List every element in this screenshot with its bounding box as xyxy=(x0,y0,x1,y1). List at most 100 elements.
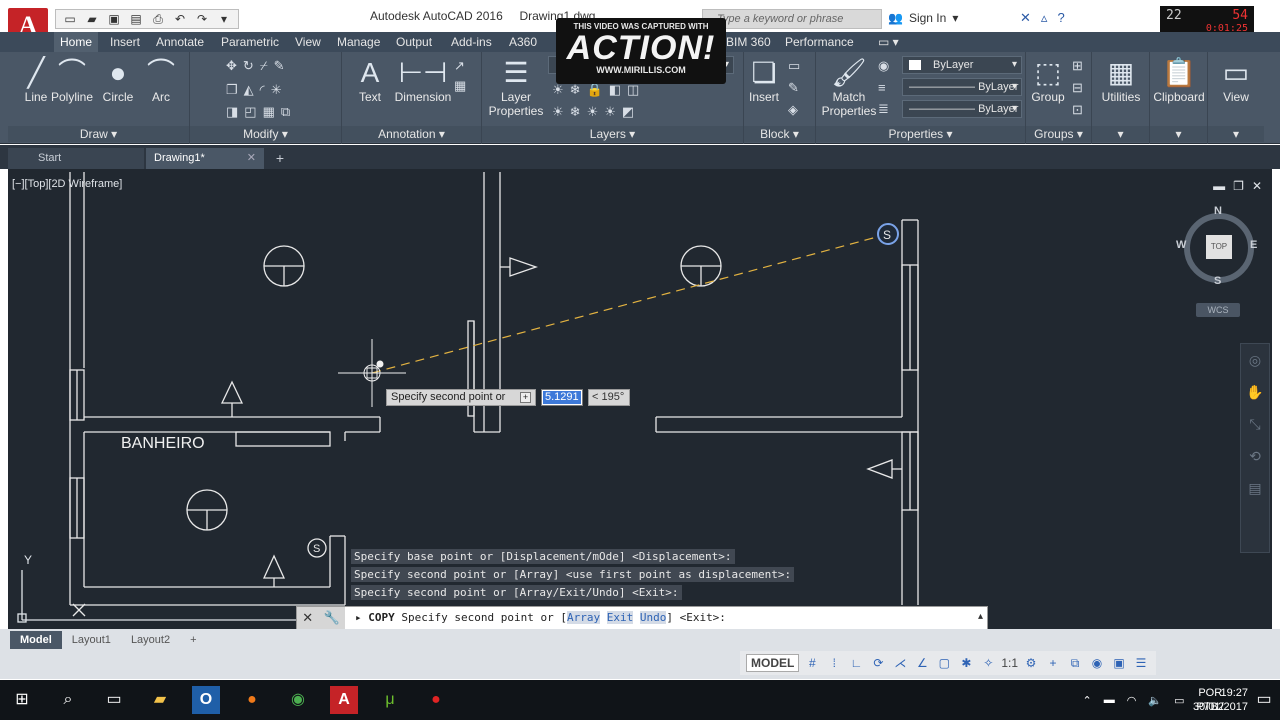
view-button[interactable]: ▭ View xyxy=(1208,56,1264,104)
tab-performance[interactable]: Performance xyxy=(779,32,860,52)
open-file-icon[interactable]: ▰ xyxy=(82,11,102,27)
tab-drawing1[interactable]: Drawing1* ✕ xyxy=(146,148,264,169)
save-as-icon[interactable]: ▤ xyxy=(126,11,146,27)
scale-icon[interactable]: ◰ xyxy=(244,104,256,120)
layer-unisolate-icon[interactable]: ❄ xyxy=(570,104,581,120)
viewport-controls-label[interactable]: [−][Top][2D Wireframe] xyxy=(12,178,122,190)
leader-icon[interactable]: ↗ xyxy=(454,58,466,74)
insert-button[interactable]: ❏ Insert xyxy=(744,56,784,104)
customization-icon[interactable]: ☰ xyxy=(1132,656,1150,670)
compass-south[interactable]: S xyxy=(1214,275,1221,287)
undo-icon[interactable]: ↶ xyxy=(170,11,190,27)
add-layout-icon[interactable]: + xyxy=(180,631,206,649)
customize-icon[interactable]: 🔧 xyxy=(324,610,340,626)
erase-icon[interactable]: ✎ xyxy=(274,58,285,74)
rotate-icon[interactable]: ↻ xyxy=(243,58,254,74)
close-icon[interactable]: ✕ xyxy=(247,148,256,169)
drawing-canvas[interactable]: S S BANHEIRO [−][Top][2D Wireframe] ▬ ❐ … xyxy=(8,169,1272,629)
hardware-acceleration-icon[interactable]: ◉ xyxy=(1088,656,1106,670)
workspace-gear-icon[interactable]: ⚙ xyxy=(1022,656,1040,670)
tab-insert[interactable]: Insert xyxy=(104,32,146,52)
add-icon[interactable]: + xyxy=(1044,656,1062,670)
mirror-icon[interactable]: ◭ xyxy=(244,82,254,98)
offset-icon[interactable]: ⧉ xyxy=(281,104,290,120)
model-space-button[interactable]: MODEL xyxy=(746,654,800,672)
volume-icon[interactable]: 🔈 xyxy=(1148,694,1162,707)
utorrent-icon[interactable]: μ xyxy=(376,686,404,714)
help-icon[interactable]: ? xyxy=(1057,10,1064,26)
new-file-icon[interactable]: ▭ xyxy=(60,11,80,27)
copy-icon[interactable]: ❐ xyxy=(226,82,238,98)
clipboard-button[interactable]: 📋 Clipboard xyxy=(1150,56,1208,104)
command-line[interactable]: ✕ 🔧 ▸ COPY Specify second point or [Arra… xyxy=(296,606,988,630)
tab-output[interactable]: Output xyxy=(390,32,438,52)
viewcube[interactable]: TOP N S E W xyxy=(1176,205,1258,287)
tab-annotate[interactable]: Annotate xyxy=(150,32,210,52)
properties-panel-title[interactable]: Properties ▾ xyxy=(816,126,1025,142)
move-icon[interactable]: ✥ xyxy=(226,58,237,74)
match-properties-button[interactable]: 🖌 Match Properties xyxy=(818,56,880,118)
utilities-button[interactable]: ▦ Utilities xyxy=(1092,56,1150,104)
edit-block-icon[interactable]: ✎ xyxy=(788,80,800,96)
distance-input[interactable]: 5.1291 xyxy=(541,389,583,406)
tab-a360[interactable]: A360 xyxy=(503,32,543,52)
print-icon[interactable]: ⎙ xyxy=(148,11,168,27)
tab-parametric[interactable]: Parametric xyxy=(215,32,285,52)
firefox-icon[interactable]: ● xyxy=(238,686,266,714)
a360-icon[interactable]: ▵ xyxy=(1041,10,1048,26)
viewcube-top-face[interactable]: TOP xyxy=(1206,235,1232,259)
view-expand[interactable]: ▾ xyxy=(1208,126,1264,142)
tab-add-ins[interactable]: Add-ins xyxy=(445,32,498,52)
annotation-scale[interactable]: 1:1 xyxy=(1001,656,1018,670)
layer-lock-icon[interactable]: 🔒 xyxy=(587,82,603,98)
task-view-icon[interactable]: ▭ xyxy=(100,686,128,714)
windows-start-icon[interactable]: ⊞ xyxy=(8,686,36,714)
isodraft-icon[interactable]: ⋌ xyxy=(891,656,909,670)
battery-icon[interactable]: ▭ xyxy=(1174,694,1184,707)
auto-scale-icon[interactable]: ✧ xyxy=(979,656,997,670)
ortho-icon[interactable]: ∟ xyxy=(847,656,865,670)
lineweight-dropdown[interactable]: —————— ByLayer xyxy=(902,100,1022,118)
layer-walk-icon[interactable]: ☀ xyxy=(552,104,564,120)
dimension-button[interactable]: ⊢⊣ Dimension xyxy=(392,56,454,104)
trim-icon[interactable]: ⌿ xyxy=(260,58,268,74)
compass-north[interactable]: N xyxy=(1214,205,1222,217)
table-icon[interactable]: ▦ xyxy=(454,78,466,94)
polar-icon[interactable]: ⟳ xyxy=(869,656,887,670)
autocad-taskbar-icon[interactable]: A xyxy=(330,686,358,714)
restore-icon[interactable]: ❐ xyxy=(1233,179,1244,193)
layer-current-icon[interactable]: ◩ xyxy=(622,104,634,120)
layer-properties-button[interactable]: ☰ Layer Properties xyxy=(486,56,546,118)
tab-manage[interactable]: Manage xyxy=(331,32,386,52)
pan-icon[interactable]: ✋ xyxy=(1241,376,1269,408)
utilities-expand[interactable]: ▾ xyxy=(1092,126,1149,142)
show-hidden-icons-icon[interactable]: ⌃ xyxy=(1083,694,1092,707)
grid-icon[interactable]: # xyxy=(803,656,821,670)
save-icon[interactable]: ▣ xyxy=(104,11,124,27)
clipboard-expand[interactable]: ▾ xyxy=(1150,126,1207,142)
command-prompt[interactable]: ▸ COPY Specify second point or [Array Ex… xyxy=(355,611,726,624)
layers-panel-title[interactable]: Layers ▾ xyxy=(482,126,743,142)
outlook-icon[interactable]: O xyxy=(192,686,220,714)
layer-unlock-icon[interactable]: ☀ xyxy=(604,104,616,120)
tab-model[interactable]: Model xyxy=(10,631,62,649)
explode-icon[interactable]: ✳ xyxy=(271,82,282,98)
redo-icon[interactable]: ↷ xyxy=(192,11,212,27)
color-dropdown[interactable]: ByLayer xyxy=(902,56,1022,74)
clock[interactable]: 19:27 30/01/2017 xyxy=(1193,686,1248,714)
tab-layout1[interactable]: Layout1 xyxy=(62,631,121,649)
compass-east[interactable]: E xyxy=(1250,239,1257,251)
chrome-icon[interactable]: ◉ xyxy=(284,686,312,714)
sign-in-button[interactable]: 👥 Sign In ▾ xyxy=(888,11,958,25)
tab-view[interactable]: View xyxy=(289,32,327,52)
option-exit[interactable]: Exit xyxy=(606,611,634,624)
annotation-panel-title[interactable]: Annotation ▾ xyxy=(342,126,481,142)
draw-panel-title[interactable]: Draw ▾ xyxy=(8,126,189,142)
layer-on-icon[interactable]: ☀ xyxy=(552,82,564,98)
tab-home[interactable]: Home xyxy=(54,32,99,52)
new-tab-button[interactable]: + xyxy=(270,148,290,169)
notifications-icon[interactable]: ▭ xyxy=(1250,686,1278,714)
action-recorder-icon[interactable]: ● xyxy=(422,686,450,714)
zoom-icon[interactable]: ⤡ xyxy=(1241,408,1269,440)
text-button[interactable]: A Text xyxy=(342,56,398,104)
